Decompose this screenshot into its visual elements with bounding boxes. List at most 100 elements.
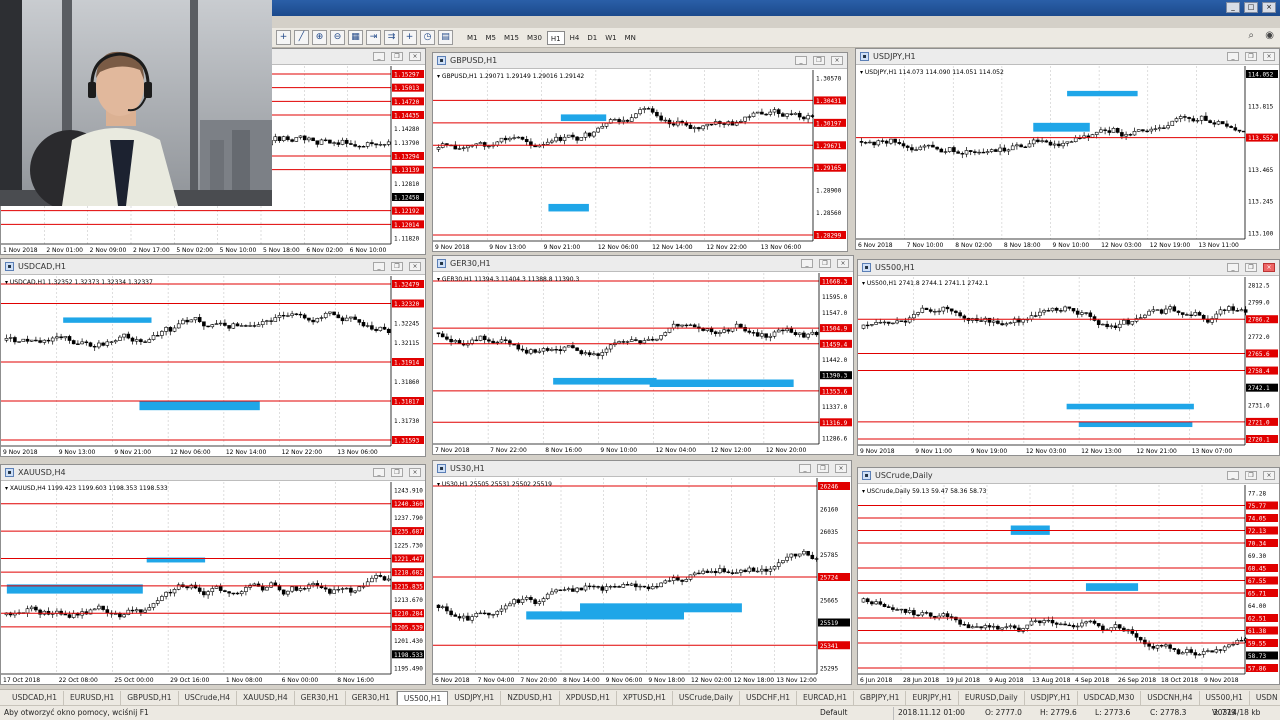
supply-demand-zone[interactable] xyxy=(580,603,742,613)
chart-tab[interactable]: XPDUSD,H1 xyxy=(560,690,617,705)
chart-tab[interactable]: XAUUSD,H4 xyxy=(237,690,295,705)
minimize-icon[interactable]: _ xyxy=(795,56,807,65)
price-chart[interactable]: 1.30570 1.30431 1.30197 1.29671 1.29165 1.289… xyxy=(433,70,847,251)
zoom-out-icon[interactable]: ⊖ xyxy=(330,30,345,45)
chart-tab[interactable]: GBPJPY,H1 xyxy=(854,690,907,705)
price-chart[interactable]: 77.28 75.77 74.05 72.13 70.34 69.30 68.45 67.55… xyxy=(858,485,1279,684)
price-chart[interactable]: 1243.910 1240.360 1237.790 1235.687 1225.730… xyxy=(1,482,425,684)
minimize-icon[interactable]: _ xyxy=(801,259,813,268)
chart-canvas[interactable]: 77.28 75.77 74.05 72.13 70.34 69.30 68.45 67.55… xyxy=(858,485,1279,685)
minimize-icon[interactable]: _ xyxy=(373,262,385,271)
chart-tab[interactable]: USDCAD,M30 xyxy=(1078,690,1142,705)
chart-tab[interactable]: GBPUSD,H1 xyxy=(121,690,179,705)
chart-window-usdcad[interactable]: ▪ USDCAD,H1 _ ❐ × 1.32479 1.32320 1.32245 1.3211… xyxy=(0,258,426,457)
connection-status[interactable]: 30314/18 kb xyxy=(1213,708,1260,717)
chart-window-titlebar[interactable]: ▪ USDCAD,H1 _ ❐ × xyxy=(1,259,425,275)
close-icon[interactable]: × xyxy=(409,52,421,61)
chart-tab[interactable]: USCrude,Daily xyxy=(673,690,740,705)
close-icon[interactable]: × xyxy=(1263,52,1275,61)
restore-icon[interactable]: ❐ xyxy=(1245,263,1257,272)
timeframe-m15[interactable]: M15 xyxy=(501,31,522,45)
chart-tab[interactable]: USDJPY,H1 xyxy=(448,690,502,705)
chart-window-uscrude[interactable]: ▪ USCrude,Daily _ ❐ × 77.28 75.77 74.05 72.13 70.… xyxy=(857,467,1280,685)
chart-window-us500[interactable]: ▪ US500,H1 _ ❐ × 2812.5 2799.0 2786.2 2772.0 2765… xyxy=(857,259,1280,456)
minimize-icon[interactable]: _ xyxy=(1227,263,1239,272)
restore-icon[interactable]: ❐ xyxy=(391,468,403,477)
chart-canvas[interactable]: 2812.5 2799.0 2786.2 2772.0 2765.6 2758.4 2742… xyxy=(858,277,1279,456)
timeframe-m1[interactable]: M1 xyxy=(464,31,481,45)
timeframe-mn[interactable]: MN xyxy=(622,31,639,45)
maximize-icon[interactable]: □ xyxy=(1244,2,1258,13)
chart-window-titlebar[interactable]: ▪ GBPUSD,H1 _ ❐ × xyxy=(433,53,847,69)
chart-window-titlebar[interactable]: ▪ USCrude,Daily _ ❐ × xyxy=(858,468,1279,484)
chart-tab[interactable]: USDJPY,H1 xyxy=(1025,690,1078,705)
crosshair-icon[interactable]: + xyxy=(276,30,291,45)
chart-shift-icon[interactable]: ⇥ xyxy=(366,30,381,45)
chart-canvas[interactable]: 114.052 113.815 113.552 113.465 113.245 113.1… xyxy=(856,66,1279,250)
chart-window-usdjpy[interactable]: ▪ USDJPY,H1 _ ❐ × 114.052 113.815 113.552 113.46… xyxy=(855,48,1280,250)
supply-demand-zone[interactable] xyxy=(1085,583,1139,591)
minimize-icon[interactable]: _ xyxy=(1226,2,1240,13)
price-chart[interactable]: 11668.3 11595.0 11547.0 11504.9 11459.4 11442… xyxy=(433,273,853,454)
chart-tab[interactable]: NZDUSD,H1 xyxy=(501,690,560,705)
chart-tab[interactable]: US500,H1 xyxy=(396,690,449,705)
timeframe-h1[interactable]: H1 xyxy=(546,30,565,45)
minimize-icon[interactable]: _ xyxy=(1227,52,1239,61)
chart-tab[interactable]: USDCNH,H4 xyxy=(1141,690,1200,705)
restore-icon[interactable]: ❐ xyxy=(391,52,403,61)
chart-tab[interactable]: EURCAD,H1 xyxy=(797,690,855,705)
chart-canvas[interactable]: 11668.3 11595.0 11547.0 11504.9 11459.4 11442… xyxy=(433,273,853,455)
chart-window-titlebar[interactable]: ▪ US30,H1 _ ❐ × xyxy=(433,461,851,477)
close-icon[interactable]: × xyxy=(409,262,421,271)
minimize-icon[interactable]: _ xyxy=(1227,471,1239,480)
restore-icon[interactable]: ❐ xyxy=(1245,471,1257,480)
chart-window-titlebar[interactable]: ▪ GER30,H1 _ ❐ × xyxy=(433,256,853,272)
line-studies-icon[interactable]: ╱ xyxy=(294,30,309,45)
tile-windows-icon[interactable]: ▦ xyxy=(348,30,363,45)
chart-tab[interactable]: US500,H1 xyxy=(1200,690,1250,705)
supply-demand-zone[interactable] xyxy=(649,379,794,387)
chart-tab[interactable]: USCrude,H4 xyxy=(179,690,238,705)
chart-tab[interactable]: XPTUSD,H1 xyxy=(617,690,673,705)
chart-canvas[interactable]: 1.32479 1.32320 1.32245 1.32115 1.31914 1.318… xyxy=(1,276,425,457)
restore-icon[interactable]: ❐ xyxy=(391,262,403,271)
supply-demand-zone[interactable] xyxy=(63,317,152,323)
chart-tab[interactable]: EURUSD,Daily xyxy=(959,690,1025,705)
chart-window-titlebar[interactable]: ▪ USDJPY,H1 _ ❐ × xyxy=(856,49,1279,65)
close-icon[interactable]: × xyxy=(1262,2,1276,13)
timeframe-w1[interactable]: W1 xyxy=(602,31,619,45)
restore-icon[interactable]: ❐ xyxy=(817,464,829,473)
chart-window-us30[interactable]: ▪ US30,H1 _ ❐ × 26246 26160 26035 25785 25724 2566… xyxy=(432,460,852,685)
clock-icon[interactable]: ◷ xyxy=(420,30,435,45)
user-icon[interactable]: ◉ xyxy=(1265,30,1274,41)
chart-tab[interactable]: GER30,H1 xyxy=(295,690,346,705)
supply-demand-zone[interactable] xyxy=(553,377,657,385)
restore-icon[interactable]: ❐ xyxy=(819,259,831,268)
price-chart[interactable]: 1.32479 1.32320 1.32245 1.32115 1.31914 1.318… xyxy=(1,276,425,456)
chart-tab[interactable]: USDCAD,H1 xyxy=(6,690,64,705)
restore-icon[interactable]: ❐ xyxy=(1245,52,1257,61)
chart-window-ger30[interactable]: ▪ GER30,H1 _ ❐ × 11668.3 11595.0 11547.0 11504.9… xyxy=(432,255,854,455)
supply-demand-zone[interactable] xyxy=(526,611,684,620)
supply-demand-zone[interactable] xyxy=(139,401,260,411)
timeframe-d1[interactable]: D1 xyxy=(584,31,600,45)
chart-canvas[interactable]: 1.30570 1.30431 1.30197 1.29671 1.29165 1.289… xyxy=(433,70,847,252)
chart-tab[interactable]: EURJPY,H1 xyxy=(906,690,959,705)
supply-demand-zone[interactable] xyxy=(560,114,607,122)
close-icon[interactable]: × xyxy=(831,56,843,65)
price-chart[interactable]: 2812.5 2799.0 2786.2 2772.0 2765.6 2758.4 2742… xyxy=(858,277,1279,455)
chart-canvas[interactable]: 26246 26160 26035 25785 25724 25665 25519 25341… xyxy=(433,478,851,685)
add-indicator-icon[interactable]: + xyxy=(402,30,417,45)
restore-icon[interactable]: ❐ xyxy=(813,56,825,65)
supply-demand-zone[interactable] xyxy=(1067,90,1138,97)
close-icon[interactable]: × xyxy=(837,259,849,268)
chart-tab[interactable]: EURUSD,H1 xyxy=(64,690,122,705)
chart-tab[interactable]: GER30,H1 xyxy=(346,690,397,705)
minimize-icon[interactable]: _ xyxy=(799,464,811,473)
minimize-icon[interactable]: _ xyxy=(373,52,385,61)
close-icon[interactable]: × xyxy=(1263,263,1275,272)
chart-window-gbpusd[interactable]: ▪ GBPUSD,H1 _ ❐ × 1.30570 1.30431 1.30197 1.2967… xyxy=(432,52,848,252)
supply-demand-zone[interactable] xyxy=(1033,122,1090,132)
supply-demand-zone[interactable] xyxy=(1066,403,1194,410)
chart-window-titlebar[interactable]: ▪ XAUUSD,H4 _ ❐ × xyxy=(1,465,425,481)
